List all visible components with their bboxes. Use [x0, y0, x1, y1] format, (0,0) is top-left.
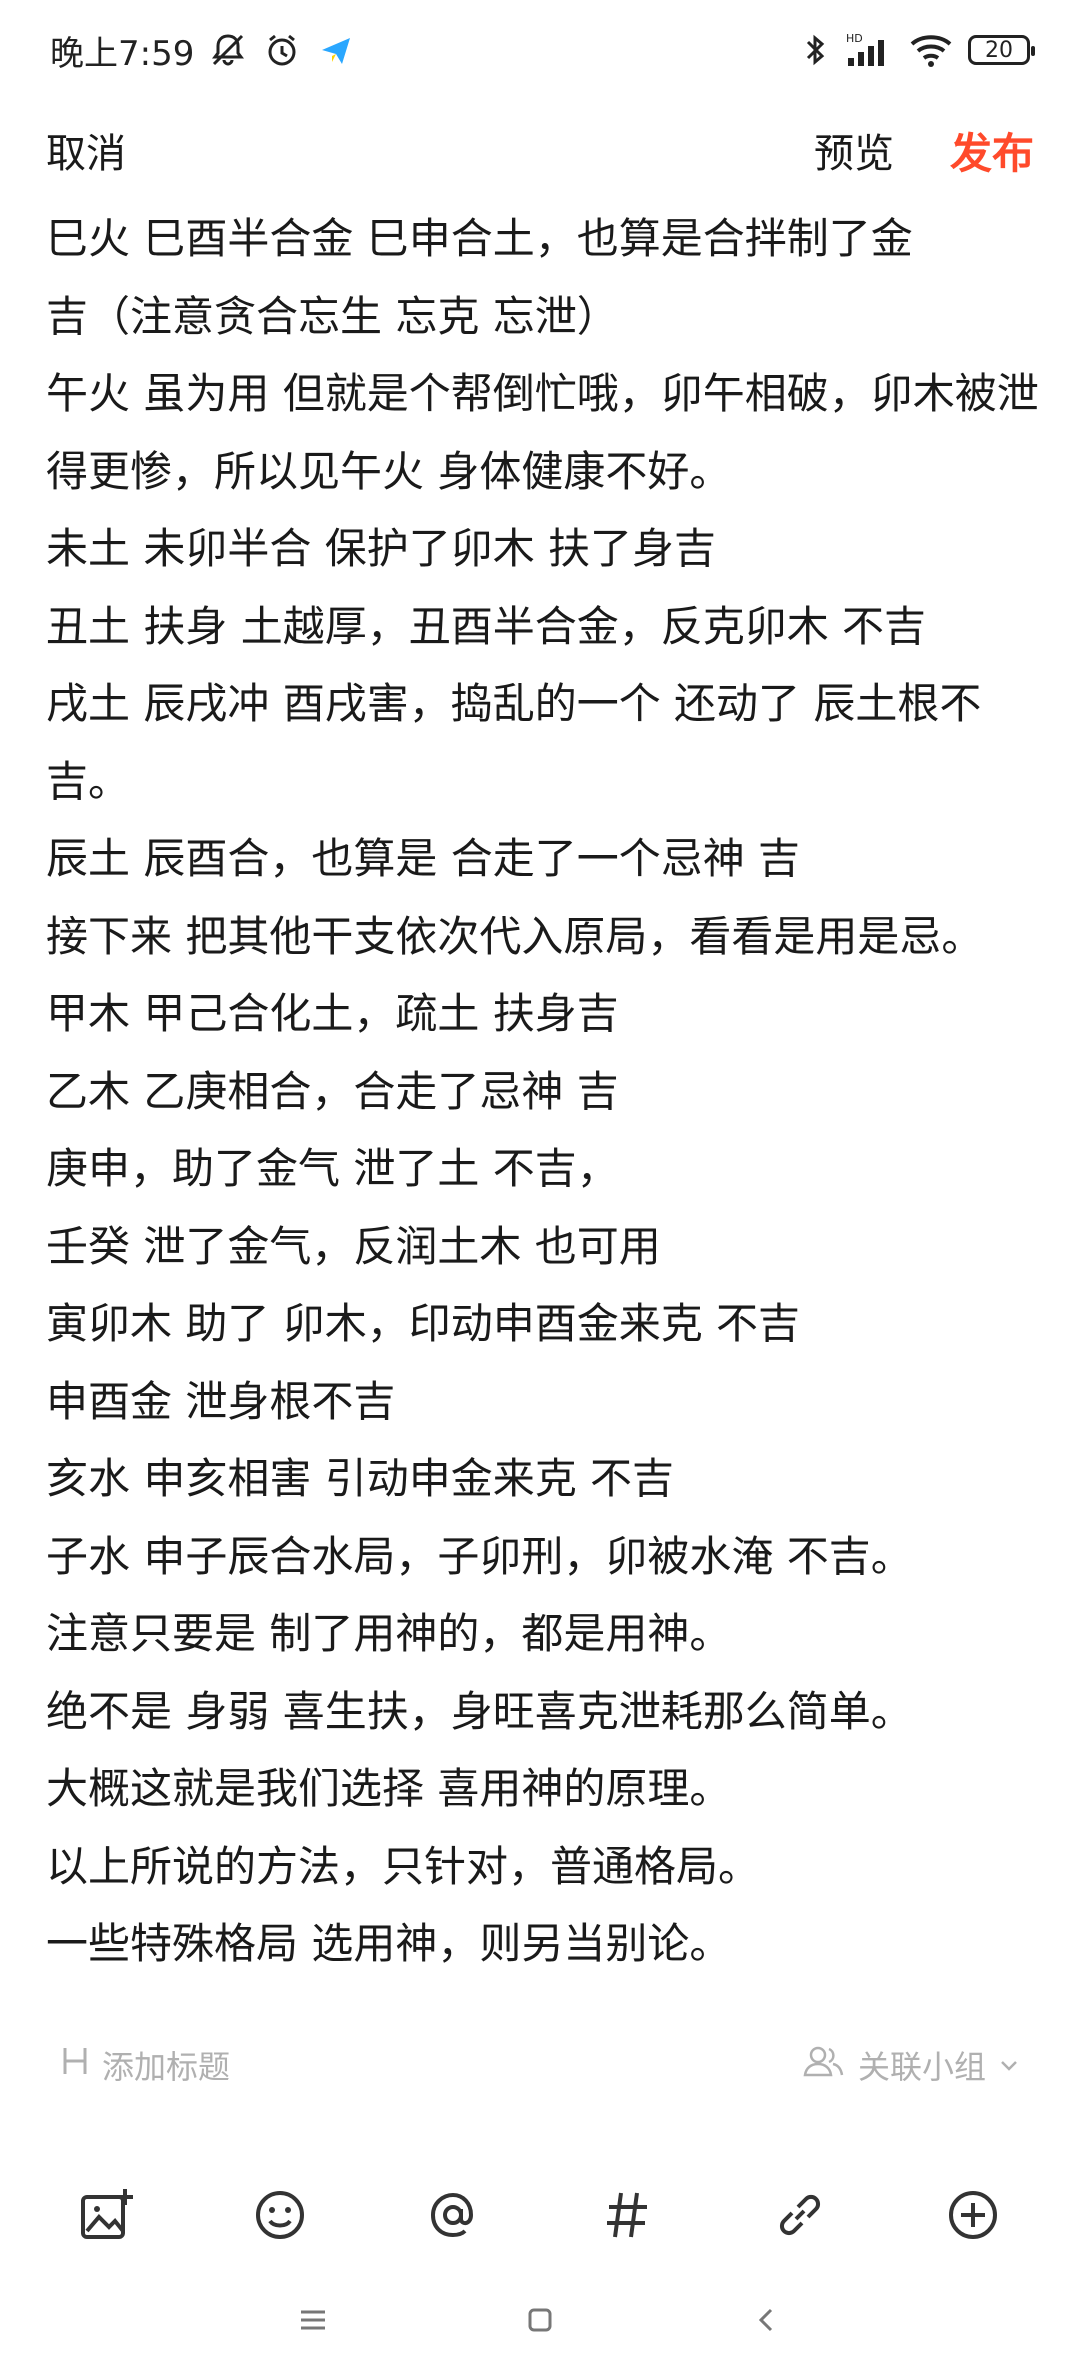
link-group-button[interactable]: 关联小组: [802, 2042, 1020, 2088]
body-line: 接下来 把其他干支依次代入原局，看看是用是忌。: [46, 911, 984, 961]
body-line: 亥水 申亥相害 引动申金来克 不吉: [46, 1454, 675, 1503]
wifi-icon: [908, 30, 954, 70]
body-line: 绝不是 身弱 喜生扶，身旺喜克泄耗那么简单。: [46, 1686, 913, 1736]
add-title-button[interactable]: 添加标题: [60, 2042, 230, 2088]
body-line: 辰土 辰酉合，也算是 合走了一个忌神 吉: [46, 834, 801, 883]
system-nav-bar: [0, 2270, 1080, 2370]
status-bar: 晚上7:59 HD 20: [0, 0, 1080, 100]
body-line: 寅卯木 助了 卯木，印动申酉金来克 不吉: [46, 1299, 801, 1348]
hashtag-icon[interactable]: [587, 2175, 667, 2255]
status-time: 晚上7:59: [50, 33, 195, 74]
body-line: 大概这就是我们选择 喜用神的原理。: [46, 1764, 732, 1813]
body-line: 吉（注意贪合忘生 忘克 忘泄）: [46, 291, 619, 341]
menu-icon[interactable]: [283, 2290, 343, 2350]
signal-icon: HD: [844, 30, 894, 70]
heading-icon: [60, 2044, 90, 2086]
plus-circle-icon[interactable]: [933, 2175, 1013, 2255]
body-line: 巳火 巳酉半合金 巳申合土，也算是合拌制了金: [46, 214, 913, 263]
back-chevron-icon[interactable]: [737, 2290, 797, 2350]
body-line: 子水 申子辰合水局，子卯刑，卯被水淹 不吉。: [46, 1531, 913, 1581]
muted-bell-icon: [208, 30, 248, 70]
top-bar-actions: 预览 发布: [814, 120, 1034, 181]
add-title-label: 添加标题: [102, 2048, 231, 2086]
emoji-icon[interactable]: [240, 2175, 320, 2255]
body-line: 注意只要是 制了用神的，都是用神。: [46, 1609, 732, 1658]
body-line: 乙木 乙庚相合，合走了忌神 吉: [46, 1066, 619, 1116]
editor-toolbar: [0, 2160, 1080, 2270]
body-line: 戌土 辰戌冲 酉戌害，捣乱的一个 还动了 辰土根不吉。: [46, 679, 982, 806]
image-add-icon[interactable]: [67, 2175, 147, 2255]
body-line: 申酉金 泄身根不吉: [46, 1376, 396, 1426]
body-line: 庚申，助了金气 泄了土 不吉，: [46, 1144, 619, 1193]
body-line: 午火 虽为用 但就是个帮倒忙哦，卯午相破，卯木被泄得更惨，所以见午火 身体健康不…: [46, 369, 1039, 496]
note-editor-screen: 晚上7:59 HD 20 取消 预览 发布 巳火 巳酉半合金 巳申合土，也算是合…: [0, 0, 1080, 2370]
alarm-clock-icon: [262, 30, 302, 70]
link-group-label: 关联小组: [857, 2048, 986, 2086]
body-line: 以上所说的方法，只针对，普通格局。: [46, 1841, 761, 1891]
body-line: 未土 未卯半合 保护了卯木 扶了身吉: [46, 524, 717, 573]
battery-indicator: 20: [968, 35, 1035, 65]
home-square-icon[interactable]: [510, 2290, 570, 2350]
group-icon: [802, 2044, 846, 2086]
link-icon[interactable]: [760, 2175, 840, 2255]
bluetooth-icon: [800, 30, 830, 70]
post-body-editor[interactable]: 巳火 巳酉半合金 巳申合土，也算是合拌制了金 吉（注意贪合忘生 忘克 忘泄） 午火 …: [46, 200, 1046, 1983]
preview-button[interactable]: 预览: [814, 121, 894, 179]
editor-top-bar: 取消 预览 发布: [0, 100, 1080, 200]
body-line: 丑土 扶身 土越厚，丑酉半合金，反克卯木 不吉: [46, 601, 927, 651]
body-line: 壬癸 泄了金气，反润土木 也可用: [46, 1221, 661, 1271]
chevron-down-icon: [998, 2046, 1020, 2084]
cancel-button[interactable]: 取消: [46, 121, 126, 179]
app-notification-icon: [316, 30, 356, 70]
publish-button[interactable]: 发布: [950, 120, 1034, 181]
body-line: 甲木 甲己合化土，疏土 扶身吉: [46, 989, 619, 1038]
mention-icon[interactable]: [413, 2175, 493, 2255]
status-left: 晚上7:59: [50, 26, 356, 75]
meta-row: 添加标题 关联小组: [0, 2030, 1080, 2100]
signal-hd-badge: HD: [846, 32, 863, 45]
body-line: 一些特殊格局 选用神，则另当别论。: [46, 1919, 732, 1968]
status-right: HD 20: [800, 30, 1035, 70]
